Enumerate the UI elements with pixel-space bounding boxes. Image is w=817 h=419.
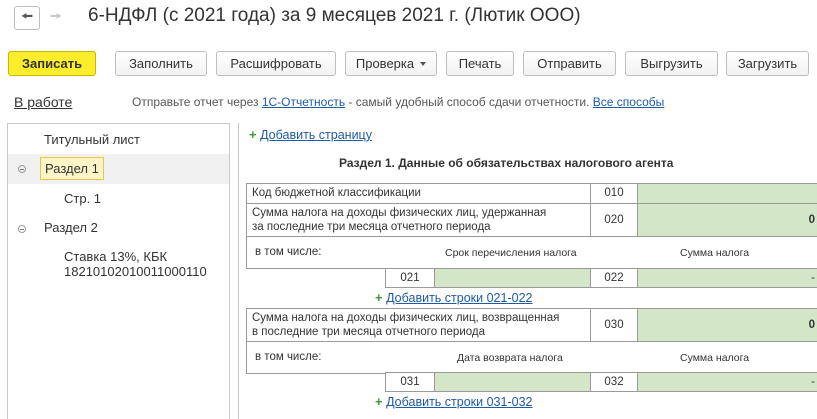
arrow-right-icon: 🠚 xyxy=(49,8,63,24)
add-rows-021-link[interactable]: + Добавить строки 021-022 xyxy=(375,290,532,305)
hint-middle: - самый удобный способ сдачи отчетности. xyxy=(345,95,593,109)
plus-icon: + xyxy=(375,290,383,305)
tree-item-section1[interactable]: Раздел 1 xyxy=(40,157,104,180)
add-rows-031-link[interactable]: + Добавить строки 031-032 xyxy=(375,394,532,409)
return-date-input[interactable] xyxy=(434,372,591,392)
hint-text: Отправьте отчет через 1С-Отчетность - са… xyxy=(132,95,664,109)
row-020-label-line2: за последние три месяца отчетного период… xyxy=(252,221,491,233)
kbk-input[interactable] xyxy=(637,183,817,204)
plus-icon: + xyxy=(249,127,257,142)
row-030-code: 030 xyxy=(590,308,638,342)
row-010-label: Код бюджетной классификации xyxy=(246,183,591,204)
row-020-label-line1: Сумма налога на доходы физических лиц, у… xyxy=(252,207,547,219)
send-button[interactable]: Отправить xyxy=(523,51,616,76)
tree-item-section2[interactable]: Раздел 2 xyxy=(44,220,98,235)
tree-item-title-page[interactable]: Титульный лист xyxy=(44,132,265,147)
forward-button[interactable]: 🠚 xyxy=(43,6,69,30)
row-030-label-line1: Сумма налога на доходы физических лиц, в… xyxy=(252,312,560,324)
tax-sum-031-input[interactable]: - xyxy=(637,372,817,392)
col-sum-1: Сумма налога xyxy=(680,247,750,259)
import-button[interactable]: Загрузить xyxy=(726,51,809,76)
hint-link-all-ways[interactable]: Все способы xyxy=(593,95,665,109)
chevron-down-icon xyxy=(420,61,427,66)
sections-tree: Титульный лист Раздел 1 Стр. 1 Раздел 2 … xyxy=(7,123,230,419)
row-031-code: 031 xyxy=(385,372,435,392)
row-021-code: 021 xyxy=(385,268,435,288)
row-022-code: 022 xyxy=(590,268,638,288)
tree-item-section1-row: Раздел 1 xyxy=(8,154,229,184)
col-sum-2: Сумма налога xyxy=(680,352,750,364)
col-return-date: Дата возврата налога xyxy=(457,352,563,364)
row-020-code: 020 xyxy=(590,203,638,237)
save-button[interactable]: Записать xyxy=(8,51,96,76)
section-title: Раздел 1. Данные об обязательствах налог… xyxy=(339,156,674,170)
add-rows-021-label: Добавить строки 021-022 xyxy=(386,291,533,305)
check-button-label: Проверка xyxy=(355,56,415,71)
export-button[interactable]: Выгрузить xyxy=(625,51,718,76)
arrow-left-icon: 🠘 xyxy=(20,8,34,24)
check-button[interactable]: Проверка xyxy=(345,51,437,76)
returned-tax-input[interactable]: 0 xyxy=(637,308,817,342)
back-button[interactable]: 🠘 xyxy=(14,6,40,30)
row-032-code: 032 xyxy=(590,372,638,392)
incl-label-1: в том числе: xyxy=(255,246,322,258)
add-rows-031-label: Добавить строки 031-032 xyxy=(386,395,533,409)
add-page-link[interactable]: + Добавить страницу xyxy=(249,127,372,142)
collapse-icon[interactable] xyxy=(18,225,26,233)
status-link[interactable]: В работе xyxy=(14,94,72,110)
col-term: Срок перечисления налога xyxy=(445,247,577,259)
row-030-label-line2: в последние три месяца отчетного периода xyxy=(252,326,485,338)
print-button[interactable]: Печать xyxy=(446,51,514,76)
hint-link-1c[interactable]: 1С-Отчетность xyxy=(262,95,345,109)
withheld-tax-input[interactable]: 0 xyxy=(637,203,817,237)
add-page-label: Добавить страницу xyxy=(260,128,372,142)
collapse-icon[interactable] xyxy=(18,165,26,173)
decode-button[interactable]: Расшифровать xyxy=(216,51,336,76)
hint-before: Отправьте отчет через xyxy=(132,95,262,109)
plus-icon: + xyxy=(375,394,383,409)
transfer-term-input[interactable] xyxy=(434,268,591,288)
tree-item-section2-row: Раздел 2 xyxy=(8,220,229,238)
row-010-code: 010 xyxy=(590,183,638,204)
row-020-label: Сумма налога на доходы физических лиц, у… xyxy=(246,203,591,237)
fill-button[interactable]: Заполнить xyxy=(115,51,207,76)
row-030-label: Сумма налога на доходы физических лиц, в… xyxy=(246,308,591,342)
page-title: 6-НДФЛ (с 2021 года) за 9 месяцев 2021 г… xyxy=(88,5,581,26)
tax-sum-021-input[interactable]: - xyxy=(637,268,817,288)
incl-label-2: в том числе: xyxy=(255,351,322,363)
